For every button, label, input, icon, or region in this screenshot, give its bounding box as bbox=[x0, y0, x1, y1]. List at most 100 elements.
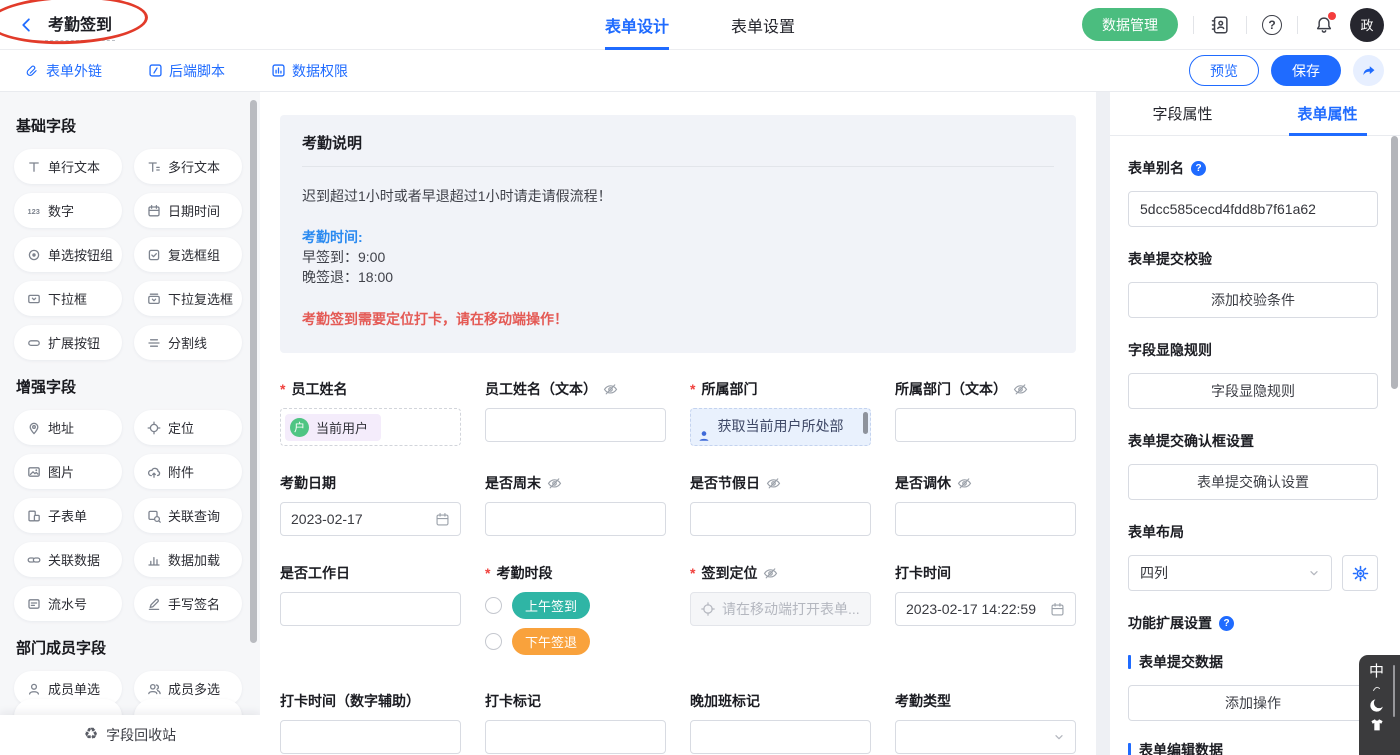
help-icon[interactable] bbox=[1262, 15, 1282, 35]
section-visibility-rules: 字段显隐规则 字段显隐规则 bbox=[1128, 340, 1378, 409]
punch-time-num-input[interactable] bbox=[280, 720, 461, 754]
moon-icon[interactable] bbox=[1369, 697, 1385, 713]
overtime-mark-input[interactable] bbox=[690, 720, 871, 754]
visibility-label: 字段显隐规则 bbox=[1128, 340, 1212, 360]
eye-off-icon bbox=[766, 477, 781, 490]
radio-circle[interactable] bbox=[485, 597, 502, 614]
field-label: 打卡时间 bbox=[895, 563, 951, 583]
layout-settings-button[interactable] bbox=[1342, 555, 1378, 591]
multi-text-icon bbox=[147, 160, 161, 174]
field-pill-relation-data[interactable]: 关联数据 bbox=[14, 542, 122, 577]
field-pill-multi-select[interactable]: 下拉复选框 bbox=[134, 281, 242, 316]
backend-script-link[interactable]: 后端脚本 bbox=[148, 61, 225, 81]
emp-name-text-input[interactable] bbox=[485, 408, 666, 442]
data-permission-link[interactable]: 数据权限 bbox=[271, 61, 348, 81]
tab-form-design[interactable]: 表单设计 bbox=[605, 0, 669, 50]
tab-form-settings[interactable]: 表单设置 bbox=[731, 0, 795, 50]
chinese-lang-icon[interactable]: 中 bbox=[1369, 663, 1384, 680]
dept-text-input[interactable] bbox=[895, 408, 1076, 442]
field-pill-datetime[interactable]: 日期时间 bbox=[134, 193, 242, 228]
is-holiday-input[interactable] bbox=[690, 502, 871, 536]
attendance-notice-panel[interactable]: 考勤说明 迟到超过1小时或者早退超过1小时请走请假流程！ 考勤时间: 早签到：9… bbox=[280, 115, 1076, 353]
punch-time-input[interactable]: 2023-02-17 14:22:59 bbox=[895, 592, 1076, 626]
radio-circle[interactable] bbox=[485, 633, 502, 650]
extend-button-icon bbox=[27, 336, 41, 350]
contacts-book-icon[interactable] bbox=[1209, 14, 1231, 36]
form-title[interactable]: 考勤签到 bbox=[45, 9, 115, 41]
recycle-icon: ♻ bbox=[84, 727, 98, 743]
notice-line: 迟到超过1小时或者早退超过1小时请走请假流程！ bbox=[302, 186, 1054, 206]
tab-form-props[interactable]: 表单属性 bbox=[1255, 92, 1400, 135]
radio-afternoon-signout[interactable]: 下午签退 bbox=[485, 628, 666, 655]
sidebar-scrollbar[interactable] bbox=[250, 100, 257, 643]
field-pill-image[interactable]: 图片 bbox=[14, 454, 122, 489]
field-pill-signature[interactable]: 手写签名 bbox=[134, 586, 242, 621]
script-icon bbox=[148, 63, 163, 78]
notice-warning: 考勤签到需要定位打卡，请在移动端操作！ bbox=[302, 309, 1054, 329]
visibility-rules-button[interactable]: 字段显隐规则 bbox=[1128, 373, 1378, 409]
notification-bell-icon[interactable] bbox=[1313, 14, 1335, 36]
field-recycle-bin[interactable]: ♻ 字段回收站 bbox=[0, 715, 260, 755]
field-label: 打卡时间（数字辅助） bbox=[280, 691, 420, 711]
field-label: 考勤类型 bbox=[895, 691, 951, 711]
field-pill-data-load[interactable]: 数据加载 bbox=[134, 542, 242, 577]
back-button[interactable] bbox=[18, 16, 36, 34]
field-pill-divider[interactable]: 分割线 bbox=[134, 325, 242, 360]
help-icon[interactable] bbox=[1219, 616, 1234, 631]
current-user-tag[interactable]: 户 当前用户 bbox=[285, 414, 381, 441]
data-load-chart-icon bbox=[147, 553, 161, 567]
form-external-link[interactable]: 表单外链 bbox=[25, 61, 102, 81]
field-pill-location[interactable]: 定位 bbox=[134, 410, 242, 445]
att-date-input[interactable]: 2023-02-17 bbox=[280, 502, 461, 536]
field-pill-relation-query[interactable]: 关联查询 bbox=[134, 498, 242, 533]
layout-select[interactable]: 四列 bbox=[1128, 555, 1332, 591]
is-swap-input[interactable] bbox=[895, 502, 1076, 536]
translate-widget[interactable]: 中 bbox=[1359, 655, 1400, 755]
eye-off-icon bbox=[957, 477, 972, 490]
field-pill-radio-group[interactable]: 单选按钮组 bbox=[14, 237, 122, 272]
shirt-icon[interactable] bbox=[1369, 718, 1385, 732]
field-pill-subform[interactable]: 子表单 bbox=[14, 498, 122, 533]
field-pill-serial-number[interactable]: 流水号 bbox=[14, 586, 122, 621]
help-icon[interactable] bbox=[1191, 161, 1206, 176]
tab-field-props[interactable]: 字段属性 bbox=[1110, 92, 1255, 135]
user-avatar[interactable]: 政 bbox=[1350, 8, 1384, 42]
field-pill-multi-text[interactable]: 多行文本 bbox=[134, 149, 242, 184]
field-pill-attachment[interactable]: 附件 bbox=[134, 454, 242, 489]
add-validation-button[interactable]: 添加校验条件 bbox=[1128, 282, 1378, 318]
field-punch-mark: 打卡标记 bbox=[485, 691, 666, 754]
data-manage-button[interactable]: 数据管理 bbox=[1082, 8, 1178, 41]
basic-fields-grid: 单行文本 多行文本 123 数字 日期时间 单选按钮组 bbox=[14, 149, 242, 360]
add-submit-action-button[interactable]: 添加操作 bbox=[1128, 685, 1378, 721]
field-pill-single-text[interactable]: 单行文本 bbox=[14, 149, 122, 184]
address-pin-icon bbox=[27, 421, 41, 435]
section-form-layout: 表单布局 四列 bbox=[1128, 522, 1378, 591]
field-pill-checkbox-group[interactable]: 复选框组 bbox=[134, 237, 242, 272]
calendar-icon bbox=[1050, 602, 1065, 617]
att-type-select[interactable] bbox=[895, 720, 1076, 754]
share-button[interactable] bbox=[1353, 55, 1384, 86]
dept-box[interactable]: 获取当前用户所处部 bbox=[690, 408, 871, 446]
field-pill-select[interactable]: 下拉框 bbox=[14, 281, 122, 316]
crosshair-icon bbox=[701, 602, 715, 616]
save-button[interactable]: 保存 bbox=[1271, 55, 1341, 86]
is-weekend-input[interactable] bbox=[485, 502, 666, 536]
punch-mark-input[interactable] bbox=[485, 720, 666, 754]
signature-pen-icon bbox=[147, 597, 161, 611]
field-is-workday: 是否工作日 bbox=[280, 563, 461, 664]
panel-tabs: 字段属性 表单属性 bbox=[1110, 92, 1400, 136]
form-alias-input[interactable]: 5dcc585cecd4fdd8b7f61a62 bbox=[1128, 191, 1378, 227]
field-pill-extend-button[interactable]: 扩展按钮 bbox=[14, 325, 122, 360]
radio-morning-signin[interactable]: 上午签到 bbox=[485, 592, 666, 619]
submit-confirm-button[interactable]: 表单提交确认设置 bbox=[1128, 464, 1378, 500]
dept-scrollbar[interactable] bbox=[863, 412, 868, 434]
field-pill-address[interactable]: 地址 bbox=[14, 410, 122, 445]
emp-name-box[interactable]: 户 当前用户 bbox=[280, 408, 461, 446]
preview-button[interactable]: 预览 bbox=[1189, 55, 1259, 86]
field-punch-time-num: 打卡时间（数字辅助） bbox=[280, 691, 461, 754]
is-workday-input[interactable] bbox=[280, 592, 461, 626]
back-area: 考勤签到 bbox=[0, 9, 115, 41]
sign-location-input[interactable]: 请在移动端打开表单... bbox=[690, 592, 871, 626]
panel-scrollbar[interactable] bbox=[1391, 136, 1398, 389]
field-pill-number[interactable]: 123 数字 bbox=[14, 193, 122, 228]
